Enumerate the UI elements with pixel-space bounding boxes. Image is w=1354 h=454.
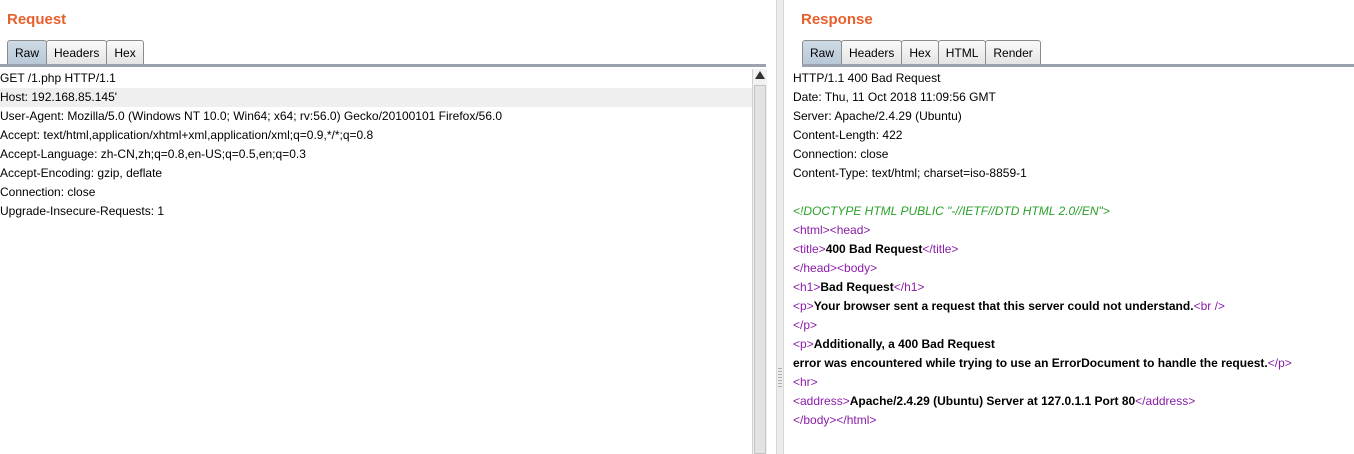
title-text: 400 Bad Request [825, 242, 923, 256]
request-line: Accept-Encoding: gzip, deflate [0, 166, 163, 180]
response-tab-underline [802, 64, 1354, 67]
response-tab-html[interactable]: HTML [937, 40, 987, 64]
address-line: <address>Apache/2.4.29 (Ubuntu) Server a… [793, 392, 1354, 411]
p1-line: <p>Your browser sent a request that this… [793, 297, 1354, 316]
request-tab-headers[interactable]: Headers [46, 40, 108, 64]
doctype-text: <!DOCTYPE HTML PUBLIC "-//IETF//DTD HTML… [793, 204, 1110, 218]
request-tabs: Raw Headers Hex [7, 40, 144, 64]
p2-text-1: Additionally, a 400 Bad Request [813, 337, 995, 351]
request-line: Connection: close [0, 185, 96, 199]
p2-line: <p>Additionally, a 400 Bad Request [793, 335, 1354, 354]
request-tab-underline [0, 64, 766, 67]
response-header-line: Server: Apache/2.4.29 (Ubuntu) [793, 109, 962, 123]
response-header-line: Content-Type: text/html; charset=iso-885… [793, 166, 1027, 180]
split-divider[interactable] [776, 0, 784, 454]
br-tag: <br /> [1193, 299, 1225, 313]
html-tag: <html> [793, 223, 830, 237]
h1-line: <h1>Bad Request</h1> [793, 278, 1354, 297]
title-open-tag: <title> [793, 242, 826, 256]
response-title: Response [801, 11, 873, 28]
request-line: Upgrade-Insecure-Requests: 1 [0, 204, 165, 218]
response-header-line: Connection: close [793, 147, 889, 161]
p2-text-2: error was encountered while trying to us… [793, 356, 1268, 370]
request-line: User-Agent: Mozilla/5.0 (Windows NT 10.0… [0, 109, 503, 123]
body-open-tag: <body> [837, 261, 878, 275]
head-body-line: </head><body> [793, 259, 1354, 278]
request-line: Accept-Language: zh-CN,zh;q=0.8,en-US;q=… [0, 147, 306, 161]
p1-text: Your browser sent a request that this se… [813, 299, 1194, 313]
response-tab-headers[interactable]: Headers [841, 40, 903, 64]
address-text: Apache/2.4.29 (Ubuntu) Server at 127.0.1… [849, 394, 1136, 408]
p-close-tag: </p> [793, 318, 818, 332]
request-line: GET /1.php HTTP/1.1 [0, 71, 116, 85]
head-tag: <head> [829, 223, 871, 237]
h1-open-tag: <h1> [793, 280, 821, 294]
p-close-tag: </p> [1267, 356, 1292, 370]
divider-grip-icon[interactable] [778, 368, 782, 388]
body-close-tag: </body> [793, 413, 837, 427]
request-pane: Request Raw Headers Hex GET /1.php HTTP/… [0, 0, 776, 454]
h1-text: Bad Request [820, 280, 894, 294]
hr-line: <hr> [793, 373, 1354, 392]
response-tab-raw[interactable]: Raw [802, 40, 843, 64]
request-title: Request [7, 11, 67, 28]
response-header-line: HTTP/1.1 400 Bad Request [793, 71, 941, 85]
response-pane: Response Raw Headers Hex HTML Render HTT… [784, 0, 1354, 454]
scroll-up-arrow-icon[interactable] [755, 71, 765, 79]
title-line: <title>400 Bad Request</title> [793, 240, 1354, 259]
response-tab-render[interactable]: Render [985, 40, 1041, 64]
scrollbar-thumb[interactable] [754, 85, 766, 454]
request-scrollbar[interactable] [752, 69, 767, 454]
doctype-line: <!DOCTYPE HTML PUBLIC "-//IETF//DTD HTML… [793, 202, 1354, 221]
response-editor[interactable]: HTTP/1.1 400 Bad Request Date: Thu, 11 O… [793, 69, 1354, 454]
request-line: Accept: text/html,application/xhtml+xml,… [0, 128, 374, 142]
response-tab-hex[interactable]: Hex [901, 40, 939, 64]
request-editor[interactable]: GET /1.php HTTP/1.1 Host: 192.168.85.145… [0, 69, 752, 454]
hr-tag: <hr> [793, 375, 818, 389]
p-open-tag: <p> [793, 299, 814, 313]
html-close-tag: </html> [836, 413, 877, 427]
response-header-line: Content-Length: 422 [793, 128, 903, 142]
request-tab-raw[interactable]: Raw [7, 40, 48, 64]
response-header-line: Date: Thu, 11 Oct 2018 11:09:56 GMT [793, 90, 996, 104]
h1-close-tag: </h1> [893, 280, 925, 294]
body-html-close-line: </body></html> [793, 411, 1354, 430]
title-close-tag: </title> [922, 242, 959, 256]
p-open-tag: <p> [793, 337, 814, 351]
p2-cont-line: error was encountered while trying to us… [793, 354, 1354, 373]
request-line-current: Host: 192.168.85.145' [0, 88, 752, 107]
response-tabs: Raw Headers Hex HTML Render [802, 40, 1041, 64]
html-head-line: <html><head> [793, 221, 1354, 240]
address-open-tag: <address> [793, 394, 850, 408]
request-tab-hex[interactable]: Hex [106, 40, 144, 64]
head-close-tag: </head> [793, 261, 838, 275]
address-close-tag: </address> [1135, 394, 1196, 408]
p-close-line: </p> [793, 316, 1354, 335]
